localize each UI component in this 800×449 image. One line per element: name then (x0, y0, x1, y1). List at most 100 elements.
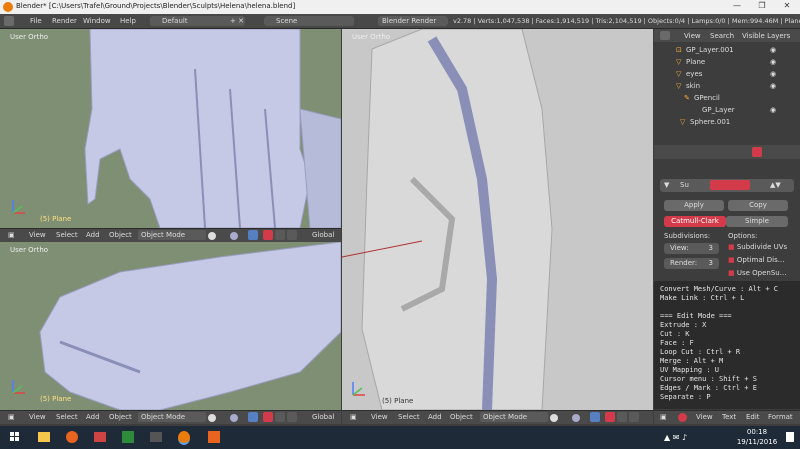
rotate-icon[interactable] (617, 412, 627, 422)
tray-icons[interactable]: ▲ ✉ ♪ (664, 433, 687, 442)
menu-add[interactable]: Add (86, 413, 100, 421)
menu-add[interactable]: Add (428, 413, 442, 421)
optimal-display-checkbox[interactable]: ■ Optimal Dis... (728, 256, 784, 264)
menu-help[interactable]: Help (120, 17, 136, 25)
menu-object[interactable]: Object (450, 413, 473, 421)
menu-object[interactable]: Object (109, 413, 132, 421)
windows-start-icon[interactable] (10, 432, 20, 442)
mode-select[interactable]: Object Mode (480, 412, 548, 422)
manipulator-icon[interactable] (248, 412, 258, 422)
scale-icon[interactable] (287, 230, 297, 240)
outliner-view[interactable]: View (684, 32, 701, 40)
shading-sphere-icon[interactable] (208, 232, 216, 240)
editor-type-icon[interactable]: ▣ (8, 231, 15, 239)
editor-type-icon[interactable] (4, 16, 14, 26)
eye-icon[interactable]: ◉ (770, 46, 776, 54)
outliner-row-plane[interactable]: ▽ Plane ◉ (654, 57, 800, 69)
manipulator-icon[interactable] (590, 412, 600, 422)
editor-type-icon[interactable]: ▣ (350, 413, 357, 421)
shading-sphere-icon[interactable] (208, 414, 216, 422)
apply-button[interactable]: Apply (664, 200, 724, 211)
orientation-select[interactable]: Global (312, 413, 334, 421)
pivot-icon[interactable] (230, 232, 238, 240)
media-player-icon[interactable] (94, 432, 106, 442)
menu-object[interactable]: Object (109, 231, 132, 239)
screen-layout-field[interactable]: Default + ✕ (150, 16, 245, 26)
viewport-top-left[interactable]: User Ortho (5) Plane (0, 29, 341, 228)
eye-icon[interactable]: ◉ (770, 70, 776, 78)
menu-format[interactable]: Format (768, 413, 793, 421)
blender-taskbar-icon[interactable] (178, 431, 190, 445)
eye-icon[interactable]: ◉ (770, 82, 776, 90)
editor-type-icon[interactable]: ▣ (660, 413, 667, 421)
app-icon[interactable] (150, 432, 162, 442)
file-explorer-icon[interactable] (38, 432, 50, 442)
orientation-select[interactable]: Global (312, 231, 334, 239)
maximize-button[interactable]: ❐ (755, 1, 769, 13)
add-layout-icon[interactable]: + ✕ (230, 16, 244, 26)
simple-tab[interactable]: Simple (726, 216, 788, 227)
subdivide-uvs-checkbox[interactable]: ■ Subdivide UVs (728, 243, 787, 251)
menu-file[interactable]: File (30, 17, 42, 25)
translate-icon[interactable] (263, 230, 273, 240)
menu-window[interactable]: Window (83, 17, 111, 25)
spreadsheet-icon[interactable] (122, 431, 134, 443)
modifier-visibility-toggles[interactable] (710, 180, 750, 190)
outliner-row-gp-layer[interactable]: GP_Layer ◉ (654, 105, 800, 117)
outliner-visible-layers[interactable]: Visible Layers (742, 32, 790, 40)
shading-sphere-icon[interactable] (550, 414, 558, 422)
outliner-row-sphere-001[interactable]: ▽ Sphere.001 (654, 117, 800, 129)
modifier-tab-wrench-icon[interactable] (752, 147, 762, 157)
menu-view[interactable]: View (696, 413, 713, 421)
record-icon[interactable] (678, 413, 687, 422)
editor-type-icon[interactable]: ▣ (8, 413, 15, 421)
viewport-right[interactable]: User Ortho (5) Plane (342, 29, 653, 410)
view-levels-field[interactable]: View: 3 (664, 243, 719, 254)
menu-render[interactable]: Render (52, 17, 77, 25)
menu-select[interactable]: Select (56, 231, 78, 239)
outliner-row-gp-layer-001[interactable]: ⊡ GP_Layer.001 ◉ (654, 45, 800, 57)
pivot-icon[interactable] (572, 414, 580, 422)
menu-text[interactable]: Text (722, 413, 736, 421)
eye-icon[interactable]: ◉ (770, 58, 776, 66)
move-up-icon[interactable]: ▲▼ (770, 181, 781, 189)
modifier-name[interactable]: Su (680, 181, 689, 189)
menu-select[interactable]: Select (56, 413, 78, 421)
mode-select[interactable]: Object Mode (138, 412, 206, 422)
scale-icon[interactable] (287, 412, 297, 422)
menu-edit[interactable]: Edit (746, 413, 760, 421)
notifications-icon[interactable] (786, 432, 794, 442)
scale-icon[interactable] (629, 412, 639, 422)
translate-icon[interactable] (263, 412, 273, 422)
copy-button[interactable]: Copy (728, 200, 788, 211)
rotate-icon[interactable] (275, 412, 285, 422)
outliner-row-gpencil[interactable]: ✎ GPencil (654, 93, 800, 105)
text-editor[interactable]: Convert Mesh/Curve : Alt + C Make Link :… (654, 281, 800, 409)
pivot-icon[interactable] (230, 414, 238, 422)
rotate-icon[interactable] (275, 230, 285, 240)
close-button[interactable]: ✕ (780, 1, 794, 13)
mode-select[interactable]: Object Mode (138, 230, 206, 240)
menu-select[interactable]: Select (398, 413, 420, 421)
menu-view[interactable]: View (29, 413, 46, 421)
translate-icon[interactable] (605, 412, 615, 422)
editor-type-icon[interactable] (660, 31, 670, 40)
catmull-clark-tab[interactable]: Catmull-Clark (664, 216, 726, 227)
outliner-row-eyes[interactable]: ▽ eyes ◉ (654, 69, 800, 81)
outliner-search[interactable]: Search (710, 32, 734, 40)
menu-view[interactable]: View (29, 231, 46, 239)
scene-field[interactable]: Scene (264, 16, 354, 26)
render-levels-field[interactable]: Render: 3 (664, 258, 719, 269)
use-opensubdiv-checkbox[interactable]: ■ Use OpenSu... (728, 269, 786, 277)
manipulator-icon[interactable] (248, 230, 258, 240)
minimize-button[interactable]: — (730, 1, 744, 13)
render-engine-select[interactable]: Blender Render (378, 16, 448, 26)
menu-view[interactable]: View (371, 413, 388, 421)
menu-add[interactable]: Add (86, 231, 100, 239)
firefox-icon[interactable] (66, 431, 78, 443)
viewport-bottom-left[interactable]: User Ortho (5) Plane (0, 242, 341, 410)
app-icon[interactable] (208, 431, 220, 443)
collapse-icon[interactable]: ▼ (664, 181, 669, 189)
eye-icon[interactable]: ◉ (770, 106, 776, 114)
outliner-row-skin[interactable]: ▽ skin ◉ (654, 81, 800, 93)
